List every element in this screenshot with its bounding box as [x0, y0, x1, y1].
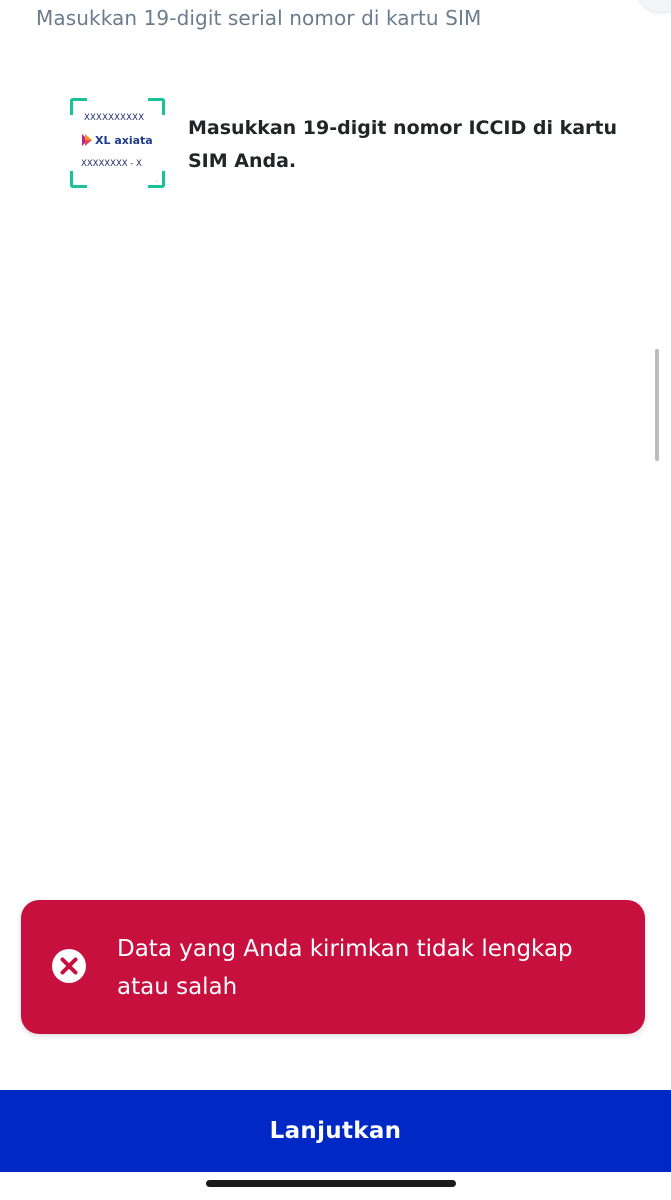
floating-button-edge[interactable]: [637, 0, 671, 12]
page-subtitle: Masukkan 19-digit serial nomor di kartu …: [36, 6, 482, 30]
scan-frame-corner: [70, 171, 87, 188]
continue-button[interactable]: Lanjutkan: [0, 1090, 671, 1172]
xl-axiata-logo: XL axiata: [82, 133, 153, 147]
scan-frame-corner: [148, 171, 165, 188]
error-message: Data yang Anda kirimkan tidak lengkap at…: [117, 936, 573, 1000]
home-indicator[interactable]: [206, 1180, 456, 1187]
close-circle-icon[interactable]: [51, 948, 87, 984]
iccid-instruction: XXXXXXXXXX XL axiata XXXXXXXX - X Masukk…: [44, 96, 634, 196]
sim-serial-bottom: XXXXXXXX - X: [81, 159, 142, 169]
xl-axiata-logo-icon: [82, 134, 92, 146]
scan-frame-corner: [148, 98, 165, 115]
sim-card-illustration: XXXXXXXXXX XL axiata XXXXXXXX - X: [44, 96, 166, 188]
instruction-text: Masukkan 19-digit nomor ICCID di kartu S…: [188, 117, 618, 172]
sim-serial-top: XXXXXXXXXX: [84, 113, 145, 123]
scrollbar[interactable]: [655, 349, 659, 461]
xl-axiata-logo-text: XL axiata: [95, 133, 153, 147]
error-toast: Data yang Anda kirimkan tidak lengkap at…: [21, 900, 645, 1034]
